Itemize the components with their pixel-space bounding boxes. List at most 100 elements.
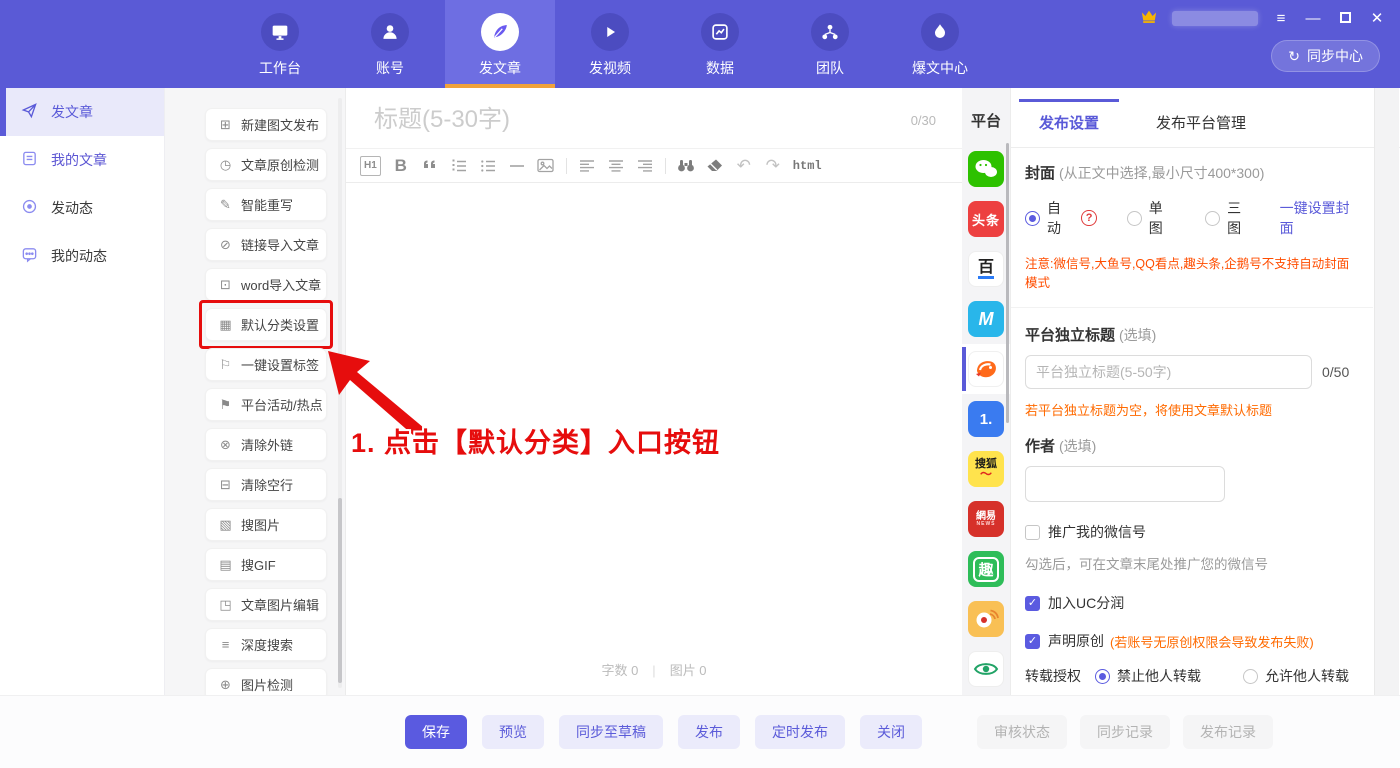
tool-button-search-images[interactable]: ▧ 搜图片 [205,508,327,541]
platform-row-weibo[interactable] [962,594,1010,644]
nav-label: 发视频 [589,58,631,78]
tool-button-originality-check[interactable]: ◷ 文章原创检测 [205,148,327,181]
platform-row-m-platform[interactable]: M [962,294,1010,344]
find-binoculars-icon[interactable] [677,156,695,176]
tool-button-new-post[interactable]: ⊞ 新建图文发布 [205,108,327,141]
scheduled-publish-button[interactable]: 定时发布 [755,715,845,749]
ordered-list-icon[interactable] [450,156,468,176]
tool-button-quick-tags[interactable]: ⚐ 一键设置标签 [205,348,327,381]
publish-history-button[interactable]: 发布记录 [1183,715,1273,749]
author-hint: (选填) [1059,436,1096,456]
nav-item-data[interactable]: 数据 [665,0,775,88]
publish-button[interactable]: 发布 [678,715,740,749]
close-icon[interactable]: ✕ [1368,10,1386,28]
platform-column: 平台 头条 百 M 1. [962,88,1010,695]
platform-row-netease[interactable]: 網易NEWS [962,494,1010,544]
tool-icon: ▧ [218,517,233,533]
nav-item-accounts[interactable]: 账号 [335,0,445,88]
nav-item-team[interactable]: 团队 [775,0,885,88]
tool-label: 新建图文发布 [241,115,319,134]
html-source-button[interactable]: html [793,156,822,176]
tool-button-search-gif[interactable]: ▤ 搜GIF [205,548,327,581]
insert-image-icon[interactable] [537,156,555,176]
cover-auto-radio[interactable] [1025,211,1040,226]
blockquote-icon[interactable] [421,156,439,176]
tool-icon: ⊟ [218,477,233,493]
align-center-icon[interactable] [607,156,625,176]
maximize-icon[interactable] [1336,10,1354,28]
editor-content-area[interactable] [346,183,962,613]
sidebar-item-my-moments[interactable]: 我的动态 [0,232,164,280]
minimize-icon[interactable]: — [1304,10,1322,28]
tool-button-word-import[interactable]: ⊡ word导入文章 [205,268,327,301]
format-eraser-icon[interactable] [706,156,724,176]
nav-label: 账号 [376,58,404,78]
tool-icon: ⚑ [218,397,233,413]
nav-item-hot-center[interactable]: 爆文中心 [885,0,995,88]
forbid-reprint-radio[interactable] [1095,669,1110,684]
heading-icon[interactable]: H1 [360,156,381,176]
author-input[interactable] [1025,466,1225,502]
help-icon[interactable]: ? [1081,210,1096,226]
nav-item-publish-article[interactable]: 发文章 [445,0,555,88]
close-button[interactable]: 关闭 [860,715,922,749]
tools-scrollbar-track [338,98,342,688]
workbench-monitor-icon [261,13,299,51]
account-person-icon [371,13,409,51]
tool-label: 深度搜索 [241,635,293,654]
declare-original-checkbox[interactable]: ✓ [1025,634,1040,649]
tab-platform-manage[interactable]: 发布平台管理 [1131,100,1271,147]
editor-toolbar: H1 B [346,149,962,183]
sidebar-item-publish-moment[interactable]: 发动态 [0,184,164,232]
cover-single-radio[interactable] [1127,211,1142,226]
platform-row-wechat[interactable] [962,144,1010,194]
tool-button-default-category[interactable]: ▦ 默认分类设置 [205,308,327,341]
sidebar-item-my-articles[interactable]: 我的文章 [0,136,164,184]
save-button[interactable]: 保存 [405,715,467,749]
promote-wechat-checkbox[interactable] [1025,525,1040,540]
bold-icon[interactable]: B [392,156,410,176]
platform-row-fish-platform-selected[interactable] [962,344,1010,394]
platform-title-input[interactable] [1025,355,1312,389]
top-bar: 工作台 账号 发文章 发视频 [0,0,1400,88]
nav-item-workbench[interactable]: 工作台 [225,0,335,88]
unordered-list-icon[interactable] [479,156,497,176]
panel-scrollbar-gutter[interactable] [1374,88,1399,695]
tool-button-link-import[interactable]: ⊘ 链接导入文章 [205,228,327,261]
review-status-button[interactable]: 审核状态 [977,715,1067,749]
sync-history-button[interactable]: 同步记录 [1080,715,1170,749]
preview-button[interactable]: 预览 [482,715,544,749]
tab-publish-settings[interactable]: 发布设置 [1019,100,1119,147]
nav-item-publish-video[interactable]: 发视频 [555,0,665,88]
platform-row-yidian[interactable]: 1. [962,394,1010,444]
redo-icon[interactable]: ↷ [764,156,782,176]
tool-button-article-image-edit[interactable]: ◳ 文章图片编辑 [205,588,327,621]
one-click-cover-link[interactable]: 一键设置封面 [1280,198,1359,238]
platform-row-qutoutiao[interactable]: 趣 [962,544,1010,594]
tools-scrollbar-thumb[interactable] [338,498,342,683]
editor-footer: 字数 0|图片 0 [346,660,962,679]
article-title-input[interactable] [374,106,854,134]
allow-reprint-radio[interactable] [1243,669,1258,684]
uc-share-checkbox[interactable]: ✓ [1025,596,1040,611]
tool-button-deep-search[interactable]: ≡ 深度搜索 [205,628,327,661]
menu-icon[interactable]: ≡ [1272,10,1290,28]
sync-to-draft-button[interactable]: 同步至草稿 [559,715,663,749]
tool-button-smart-rewrite[interactable]: ✎ 智能重写 [205,188,327,221]
sidebar-item-publish-article[interactable]: 发文章 [0,88,164,136]
platform-row-toutiao[interactable]: 头条 [962,194,1010,244]
align-right-icon[interactable] [636,156,654,176]
tool-button-clear-external-links[interactable]: ⊗ 清除外链 [205,428,327,461]
platform-row-sohu[interactable]: 搜狐～ [962,444,1010,494]
sync-center-button[interactable]: ↻ 同步中心 [1271,40,1380,72]
chat-bubble-icon [21,246,38,266]
undo-icon[interactable]: ↶ [735,156,753,176]
horizontal-rule-icon[interactable] [508,156,526,176]
tool-button-platform-hot[interactable]: ⚑ 平台活动/热点 [205,388,327,421]
platform-row-baijiahao[interactable]: 百 [962,244,1010,294]
platform-row-green-eye[interactable] [962,644,1010,694]
align-left-icon[interactable] [578,156,596,176]
tool-button-clear-empty-lines[interactable]: ⊟ 清除空行 [205,468,327,501]
platform-scrollbar-thumb[interactable] [1006,143,1009,423]
cover-triple-radio[interactable] [1205,211,1220,226]
